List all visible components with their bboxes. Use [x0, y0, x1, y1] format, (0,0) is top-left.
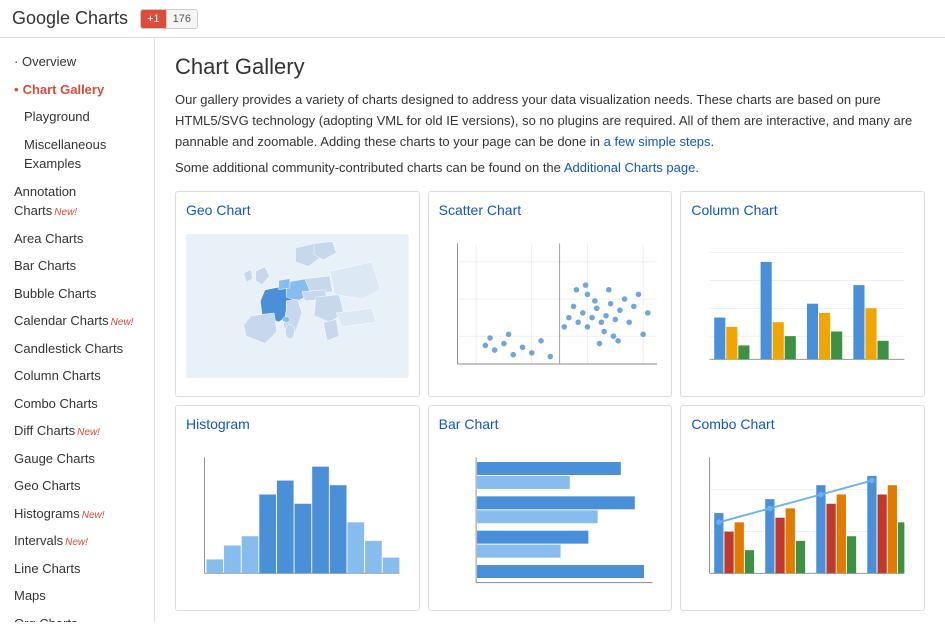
sidebar-item-line-charts[interactable]: Line Charts: [0, 555, 154, 583]
card-histogram: Histogram: [175, 405, 420, 611]
gplus-label: +1: [147, 13, 160, 25]
sidebar-item-calendar-charts[interactable]: Calendar ChartsNew!: [0, 307, 154, 335]
card-scatter-chart: Scatter Chart: [428, 191, 673, 397]
sidebar-item-intervals[interactable]: IntervalsNew!: [0, 527, 154, 555]
histogram-svg: [186, 440, 409, 600]
geo-chart-link[interactable]: Geo Chart: [186, 202, 409, 218]
column-chart-area: [691, 226, 914, 386]
sidebar-item-gauge-charts[interactable]: Gauge Charts: [0, 445, 154, 473]
main-content: Chart Gallery Our gallery provides a var…: [155, 38, 945, 622]
gplus-button[interactable]: +1 176: [140, 9, 198, 29]
sidebar-item-misc-examples[interactable]: Miscellaneous Examples: [0, 131, 154, 178]
description: Our gallery provides a variety of charts…: [175, 90, 925, 152]
combo-chart-svg: [691, 440, 914, 600]
geo-chart-svg: [186, 226, 409, 386]
sidebar-item-column-charts[interactable]: Column Charts: [0, 362, 154, 390]
sidebar-item-area-charts[interactable]: Area Charts: [0, 225, 154, 253]
column-chart-link[interactable]: Column Chart: [691, 202, 914, 218]
scatter-chart-link[interactable]: Scatter Chart: [439, 202, 662, 218]
bar-chart-link[interactable]: Bar Chart: [439, 416, 662, 432]
sidebar: · Overview •Chart Gallery Playground Mis…: [0, 38, 155, 622]
page-title: Chart Gallery: [175, 54, 925, 80]
additional-charts-link[interactable]: Additional Charts page.: [564, 160, 699, 175]
bar-chart-area: [439, 440, 662, 600]
column-chart-svg: [691, 226, 914, 386]
simple-steps-link[interactable]: a few simple steps: [604, 134, 711, 149]
scatter-chart-area: [439, 226, 662, 386]
chart-gallery-grid: Geo Chart: [175, 191, 925, 611]
sidebar-item-maps[interactable]: Maps: [0, 582, 154, 610]
scatter-chart-svg: [439, 226, 662, 386]
gplus-count: 176: [166, 10, 197, 28]
card-combo-chart: Combo Chart: [680, 405, 925, 611]
geo-chart-area: [186, 226, 409, 386]
sidebar-item-combo-charts[interactable]: Combo Charts: [0, 390, 154, 418]
sidebar-item-histograms[interactable]: HistogramsNew!: [0, 500, 154, 528]
sidebar-item-bubble-charts[interactable]: Bubble Charts: [0, 280, 154, 308]
combo-chart-link[interactable]: Combo Chart: [691, 416, 914, 432]
gplus-icon: +1: [141, 10, 166, 28]
card-geo-chart: Geo Chart: [175, 191, 420, 397]
community-note: Some additional community-contributed ch…: [175, 160, 925, 175]
sidebar-item-diff-charts[interactable]: Diff ChartsNew!: [0, 417, 154, 445]
bar-chart-svg: [439, 440, 662, 600]
sidebar-item-geo-charts[interactable]: Geo Charts: [0, 472, 154, 500]
histogram-link[interactable]: Histogram: [186, 416, 409, 432]
sidebar-item-chart-gallery[interactable]: •Chart Gallery: [0, 76, 154, 104]
sidebar-item-bar-charts[interactable]: Bar Charts: [0, 252, 154, 280]
card-column-chart: Column Chart: [680, 191, 925, 397]
sidebar-item-overview[interactable]: · Overview: [0, 48, 154, 76]
sidebar-item-candlestick-charts[interactable]: Candlestick Charts: [0, 335, 154, 363]
combo-chart-area: [691, 440, 914, 600]
sidebar-item-annotation-charts[interactable]: Annotation ChartsNew!: [0, 178, 154, 225]
app-title: Google Charts: [12, 8, 128, 29]
header: Google Charts +1 176: [0, 0, 945, 38]
sidebar-item-org-charts[interactable]: Org Charts: [0, 610, 154, 623]
card-bar-chart: Bar Chart: [428, 405, 673, 611]
layout: · Overview •Chart Gallery Playground Mis…: [0, 38, 945, 622]
sidebar-item-playground[interactable]: Playground: [0, 103, 154, 131]
histogram-chart-area: [186, 440, 409, 600]
